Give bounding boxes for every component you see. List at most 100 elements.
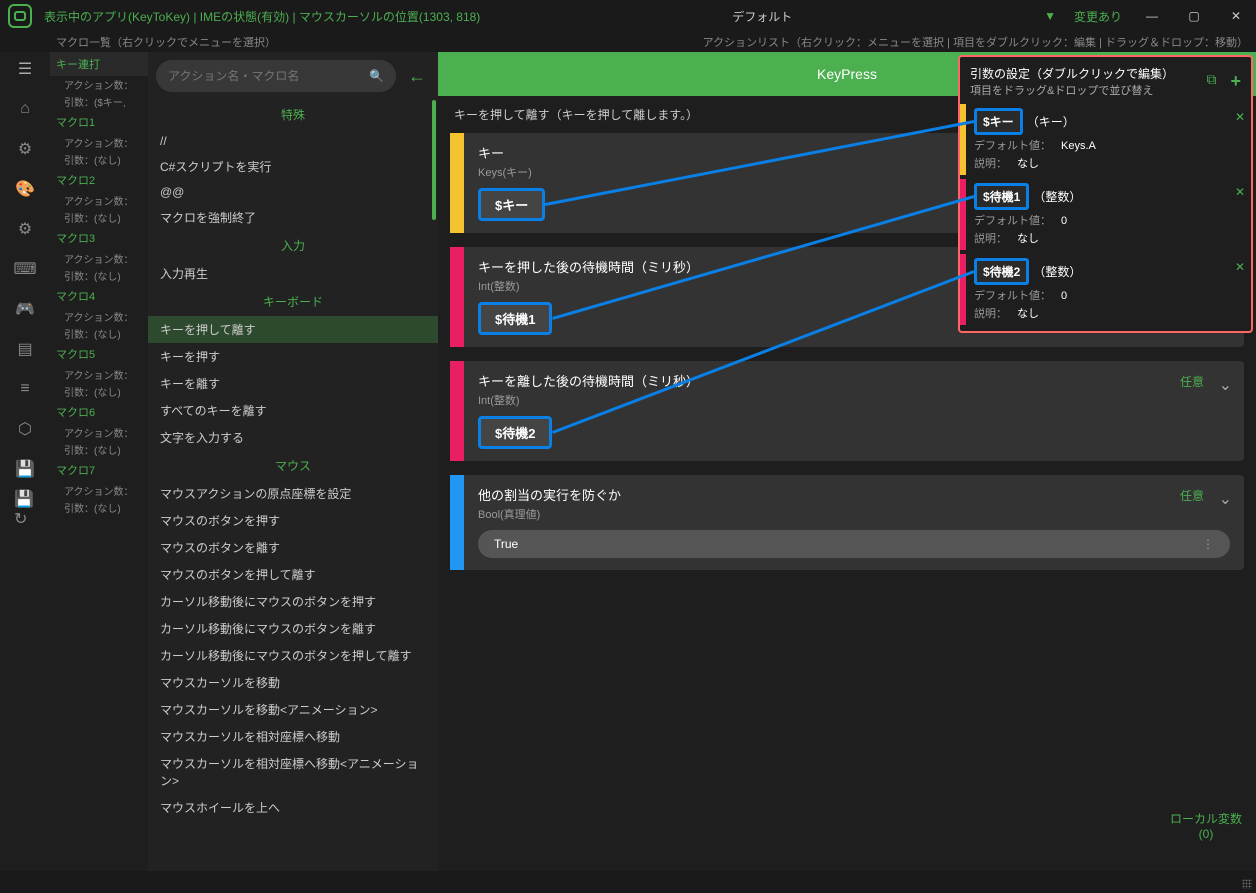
arg-name: $待機2 bbox=[974, 258, 1029, 285]
back-button[interactable]: ← bbox=[404, 66, 430, 87]
arg-default: デフォルト値：0 bbox=[974, 212, 1221, 228]
param-value[interactable]: $待機2 bbox=[478, 416, 1230, 449]
action-list: 特殊//C#スクリプトを実行@@マクロを強制終了入力入力再生キーボードキーを押し… bbox=[148, 100, 438, 871]
action-item[interactable]: マウスカーソルを移動 bbox=[148, 669, 438, 696]
action-item[interactable]: C#スクリプトを実行 bbox=[148, 153, 438, 180]
palette-icon[interactable]: 🎨 bbox=[14, 178, 36, 200]
arg-item[interactable]: $キー（キー）デフォルト値：Keys.A説明：なし✕ bbox=[960, 104, 1251, 175]
action-item[interactable]: マウスホイールを上へ bbox=[148, 794, 438, 821]
macro-item[interactable]: マクロ4 bbox=[50, 284, 148, 308]
profile-dropdown[interactable]: ▼ bbox=[1044, 9, 1056, 23]
macro-sub: 引数：($キー, bbox=[50, 93, 148, 110]
param-bar bbox=[450, 247, 464, 347]
gamepad-icon[interactable]: 🎮 bbox=[14, 298, 36, 320]
macro-item[interactable]: マクロ3 bbox=[50, 226, 148, 250]
minimize-button[interactable]: — bbox=[1140, 4, 1164, 28]
close-button[interactable]: ✕ bbox=[1224, 4, 1248, 28]
search-input[interactable]: 🔍 bbox=[156, 60, 396, 92]
close-icon[interactable]: ✕ bbox=[1235, 260, 1245, 274]
param-bar bbox=[450, 133, 464, 233]
save-icon[interactable]: 💾 bbox=[14, 458, 36, 480]
home-icon[interactable]: ⌂ bbox=[14, 98, 36, 120]
save-refresh-icon[interactable]: 💾↻ bbox=[14, 498, 36, 520]
action-item[interactable]: マクロを強制終了 bbox=[148, 204, 438, 231]
param-type: Int(整数) bbox=[478, 392, 1230, 408]
action-item[interactable]: すべてのキーを離す bbox=[148, 397, 438, 424]
close-icon[interactable]: ✕ bbox=[1235, 110, 1245, 124]
action-item[interactable]: 文字を入力する bbox=[148, 424, 438, 451]
arg-type: （整数） bbox=[1033, 190, 1081, 204]
more-icon[interactable]: ⋮ bbox=[1202, 537, 1214, 551]
action-item[interactable]: マウスカーソルを移動<アニメーション> bbox=[148, 696, 438, 723]
chevron-down-icon[interactable]: ⌄ bbox=[1219, 489, 1232, 509]
macro-sub: 引数：(なし) bbox=[50, 325, 148, 342]
action-item[interactable]: マウスのボタンを押す bbox=[148, 507, 438, 534]
macro-sub: 引数：(なし) bbox=[50, 209, 148, 226]
args-panel: 引数の設定（ダブルクリックで編集） 項目をドラッグ&ドロップで並び替え ⧉ + … bbox=[958, 55, 1253, 333]
macro-sub: アクション数： bbox=[50, 482, 148, 499]
args-subtitle: 項目をドラッグ&ドロップで並び替え bbox=[970, 82, 1174, 98]
arg-item[interactable]: $待機2（整数）デフォルト値：0説明：なし✕ bbox=[960, 254, 1251, 325]
action-item[interactable]: // bbox=[148, 129, 438, 153]
action-item[interactable]: @@ bbox=[148, 180, 438, 204]
action-item[interactable]: マウスカーソルを相対座標へ移動<アニメーション> bbox=[148, 750, 438, 794]
macro-sub: 引数：(なし) bbox=[50, 151, 148, 168]
action-item[interactable]: マウスのボタンを離す bbox=[148, 534, 438, 561]
action-item[interactable]: キーを離す bbox=[148, 370, 438, 397]
arg-desc: 説明：なし bbox=[974, 155, 1221, 171]
action-list-header: アクションリスト（右クリック：メニューを選択 | 項目をダブルクリック：編集 |… bbox=[703, 34, 1248, 50]
param-value[interactable]: True⋮ bbox=[478, 530, 1230, 558]
macro-sub: アクション数： bbox=[50, 250, 148, 267]
action-item[interactable]: キーを押す bbox=[148, 343, 438, 370]
image-icon[interactable]: ▤ bbox=[14, 338, 36, 360]
value-box: $キー bbox=[478, 188, 545, 221]
action-item[interactable]: 入力再生 bbox=[148, 260, 438, 287]
arg-type: （整数） bbox=[1033, 265, 1081, 279]
profile-name[interactable]: デフォルト bbox=[480, 8, 1044, 25]
macro-sub: アクション数： bbox=[50, 76, 148, 93]
box-icon[interactable]: ⬡ bbox=[14, 418, 36, 440]
action-item[interactable]: カーソル移動後にマウスのボタンを離す bbox=[148, 615, 438, 642]
settings-icon[interactable]: ⚙ bbox=[14, 138, 36, 160]
keyboard-icon[interactable]: ⌨ bbox=[14, 258, 36, 280]
maximize-button[interactable]: ▢ bbox=[1182, 4, 1206, 28]
action-item[interactable]: マウスアクションの原点座標を設定 bbox=[148, 480, 438, 507]
param-card[interactable]: キーを離した後の待機時間（ミリ秒）Int(整数)任意⌄⋮$待機2 bbox=[450, 361, 1244, 461]
copy-icon[interactable]: ⧉ bbox=[1206, 71, 1216, 92]
macro-item[interactable]: マクロ6 bbox=[50, 400, 148, 424]
action-item[interactable]: マウスカーソルを相対座標へ移動 bbox=[148, 723, 438, 750]
macro-item[interactable]: マクロ5 bbox=[50, 342, 148, 366]
param-card[interactable]: 他の割当の実行を防ぐかBool(真理値)任意⌄True⋮ bbox=[450, 475, 1244, 570]
macro-sub: アクション数： bbox=[50, 308, 148, 325]
param-bar bbox=[450, 361, 464, 461]
resize-grip[interactable] bbox=[1242, 879, 1252, 889]
macro-item[interactable]: キー連打 bbox=[50, 52, 148, 76]
menu-icon[interactable]: ☰ bbox=[14, 58, 36, 80]
app-logo bbox=[8, 4, 32, 28]
category-label: 特殊 bbox=[148, 100, 438, 129]
action-item[interactable]: キーを押して離す bbox=[148, 316, 438, 343]
arg-name: $待機1 bbox=[974, 183, 1029, 210]
macro-sub: 引数：(なし) bbox=[50, 383, 148, 400]
close-icon[interactable]: ✕ bbox=[1235, 185, 1245, 199]
arg-default: デフォルト値：Keys.A bbox=[974, 137, 1221, 153]
arg-type: （キー） bbox=[1027, 115, 1075, 129]
gear-icon[interactable]: ⚙ bbox=[14, 218, 36, 240]
param-bar bbox=[450, 475, 464, 570]
action-item[interactable]: カーソル移動後にマウスのボタンを押して離す bbox=[148, 642, 438, 669]
action-item[interactable]: カーソル移動後にマウスのボタンを押す bbox=[148, 588, 438, 615]
arg-item[interactable]: $待機1（整数）デフォルト値：0説明：なし✕ bbox=[960, 179, 1251, 250]
macro-list-header: マクロ一覧（右クリックでメニューを選択） bbox=[56, 34, 276, 50]
local-vars[interactable]: ローカル変数 (0) bbox=[1170, 810, 1242, 841]
action-item[interactable]: マウスのボタンを押して離す bbox=[148, 561, 438, 588]
macro-sub: アクション数： bbox=[50, 366, 148, 383]
macro-item[interactable]: マクロ7 bbox=[50, 458, 148, 482]
macro-item[interactable]: マクロ2 bbox=[50, 168, 148, 192]
list-icon[interactable]: ≡ bbox=[14, 378, 36, 400]
macro-item[interactable]: マクロ1 bbox=[50, 110, 148, 134]
add-icon[interactable]: + bbox=[1230, 71, 1241, 92]
value-box: $待機1 bbox=[478, 302, 552, 335]
chevron-down-icon[interactable]: ⌄ bbox=[1219, 375, 1232, 395]
nav-rail: ☰ ⌂ ⚙ 🎨 ⚙ ⌨ 🎮 ▤ ≡ ⬡ 💾 💾↻ bbox=[0, 52, 50, 871]
param-title: キーを離した後の待機時間（ミリ秒） bbox=[478, 371, 1230, 390]
